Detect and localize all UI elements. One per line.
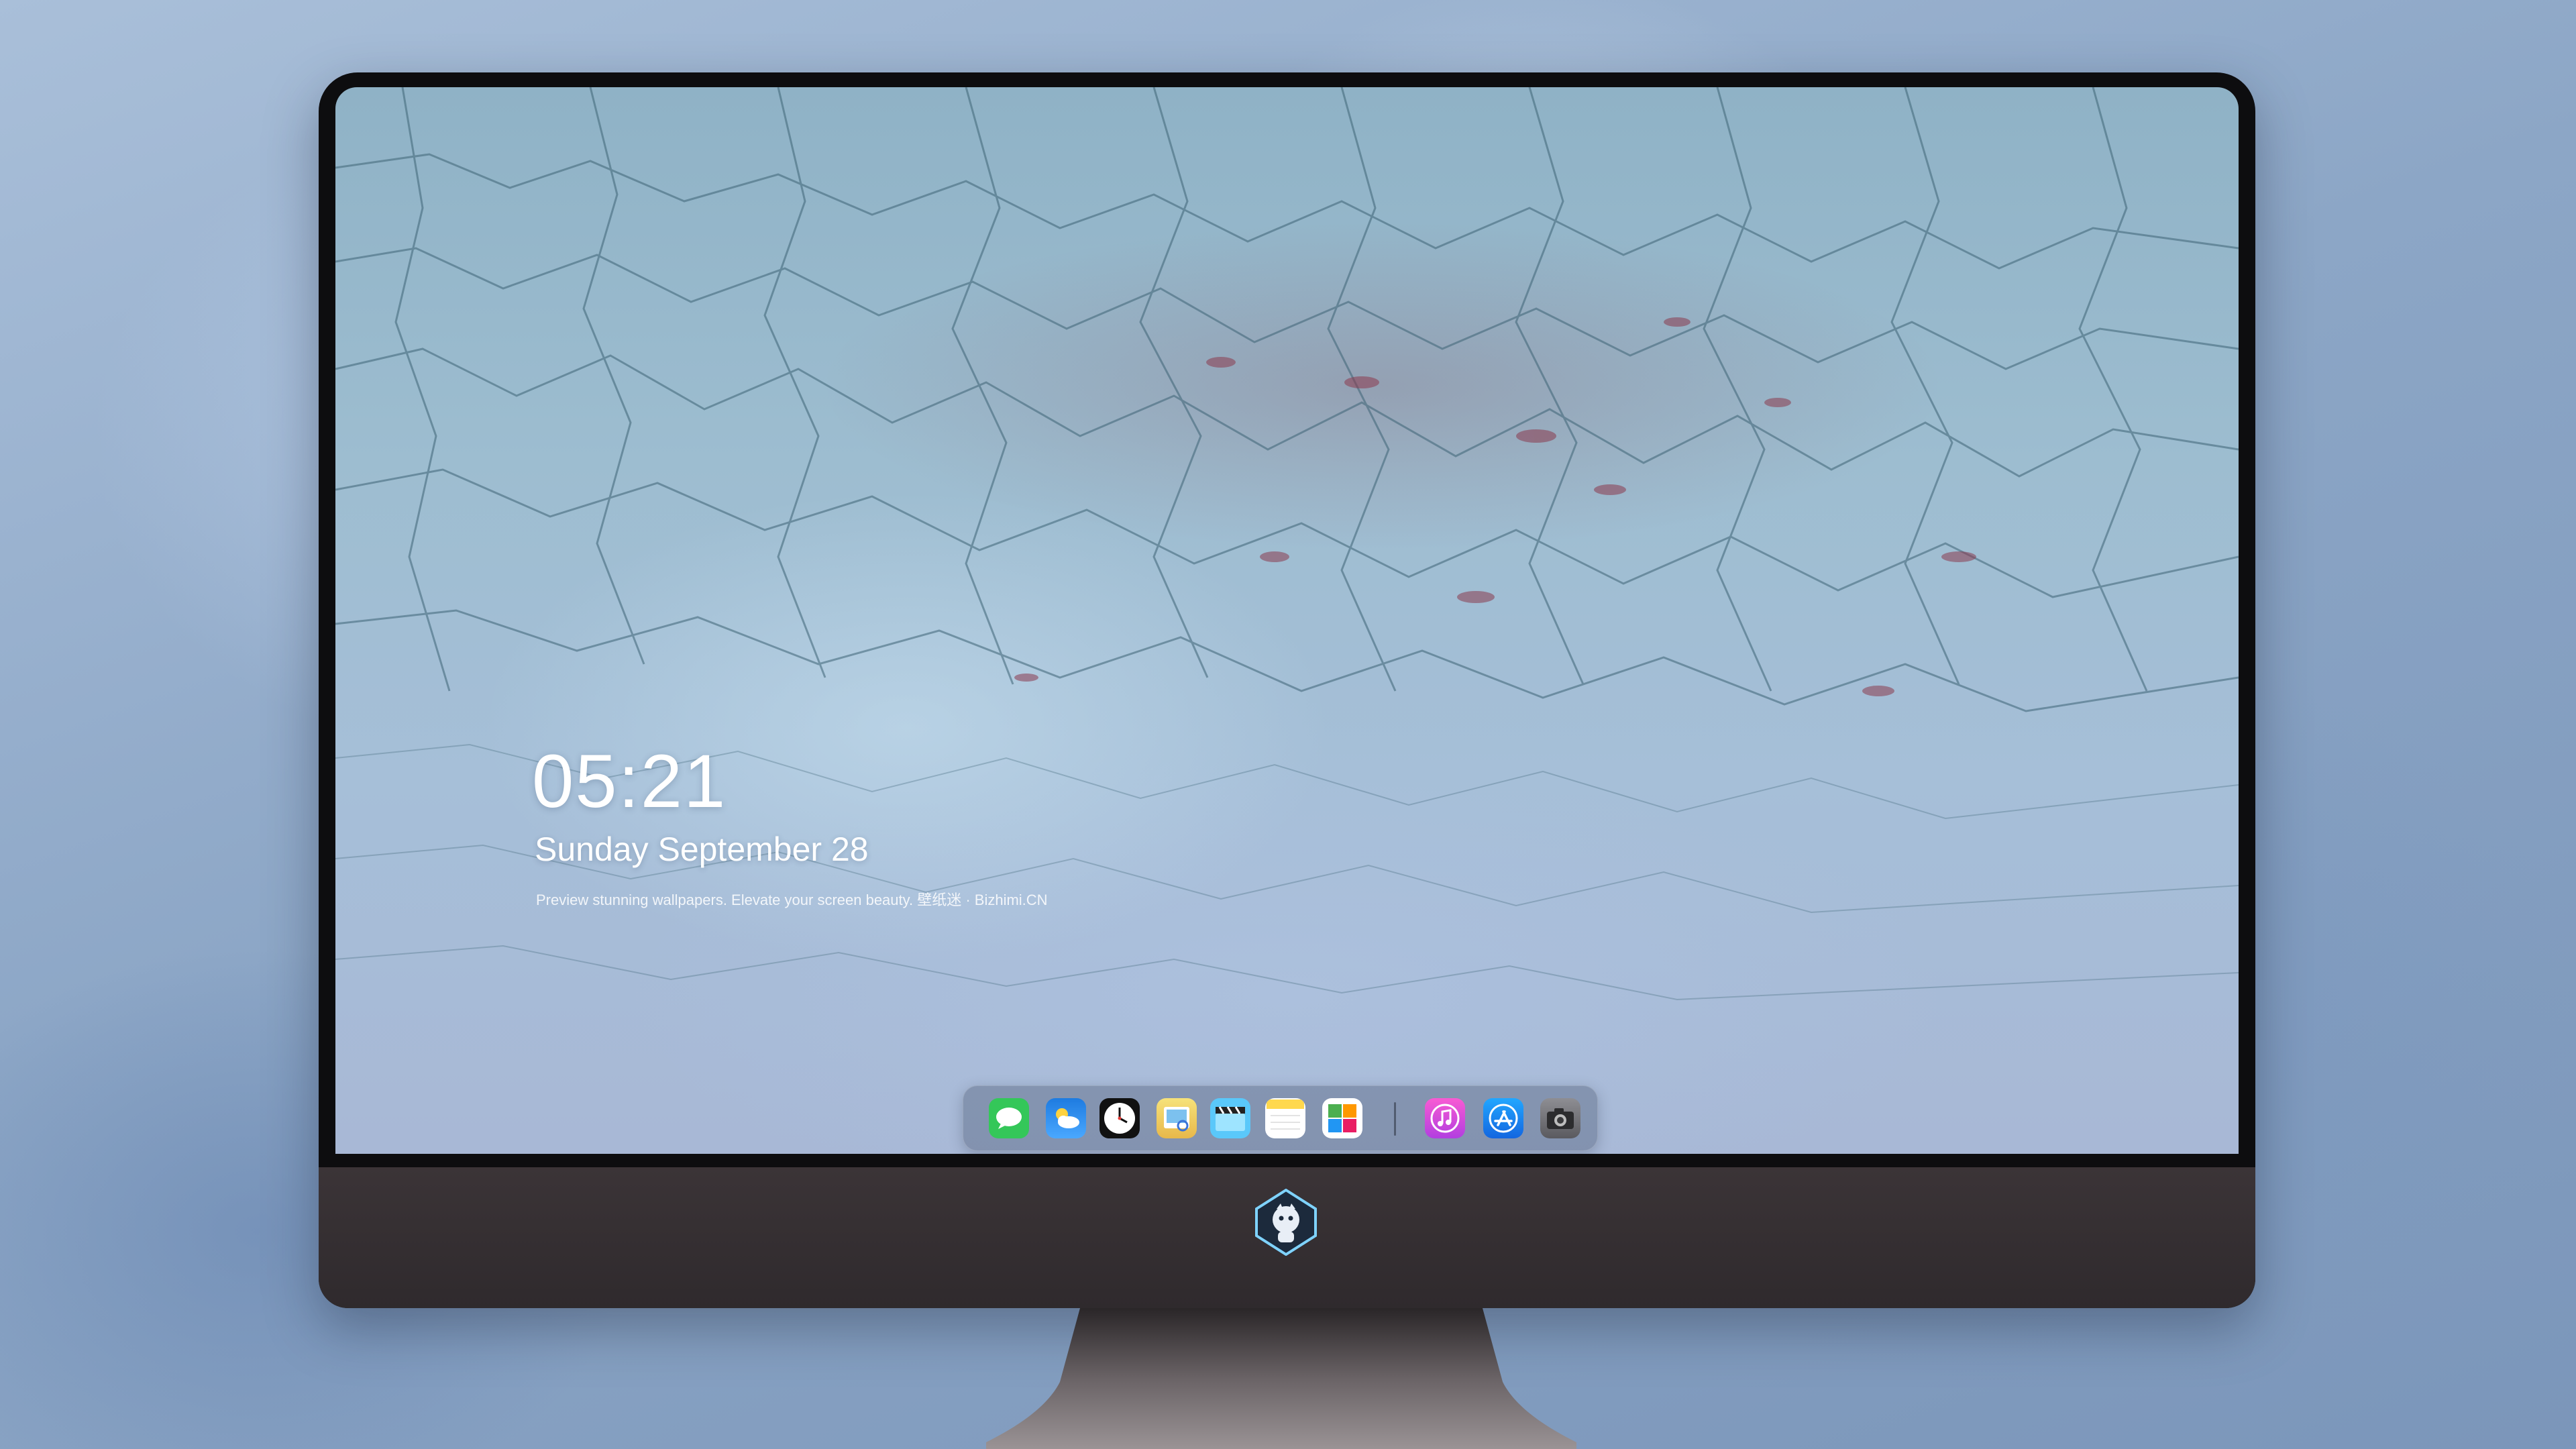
lock-time: 05:21 — [532, 739, 727, 823]
weather-icon[interactable] — [1046, 1098, 1086, 1138]
messages-icon[interactable] — [989, 1098, 1029, 1138]
dock-separator — [1394, 1102, 1396, 1136]
desktop-screen: 05:21 Sunday September 28 Preview stunni… — [335, 87, 2239, 1154]
monitor-chin — [319, 1167, 2255, 1308]
clock-icon[interactable] — [1099, 1098, 1140, 1138]
preview-icon[interactable] — [1157, 1098, 1197, 1138]
monitor-frame: 05:21 Sunday September 28 Preview stunni… — [319, 72, 2255, 1308]
dock — [963, 1085, 1598, 1151]
brand-logo-icon — [1255, 1189, 1317, 1256]
video-clapper-icon[interactable] — [1210, 1098, 1250, 1138]
monitor-stand — [986, 1308, 1576, 1449]
photo-grid-icon[interactable] — [1322, 1098, 1362, 1138]
cracked-paint-wallpaper — [335, 87, 2239, 1001]
notes-icon[interactable] — [1265, 1098, 1305, 1138]
lock-date: Sunday September 28 — [535, 830, 869, 868]
camera-icon[interactable] — [1540, 1098, 1580, 1138]
music-icon[interactable] — [1425, 1098, 1465, 1138]
wallpaper-tagline: Preview stunning wallpapers. Elevate you… — [536, 892, 1048, 908]
app-store-icon[interactable] — [1483, 1098, 1523, 1138]
